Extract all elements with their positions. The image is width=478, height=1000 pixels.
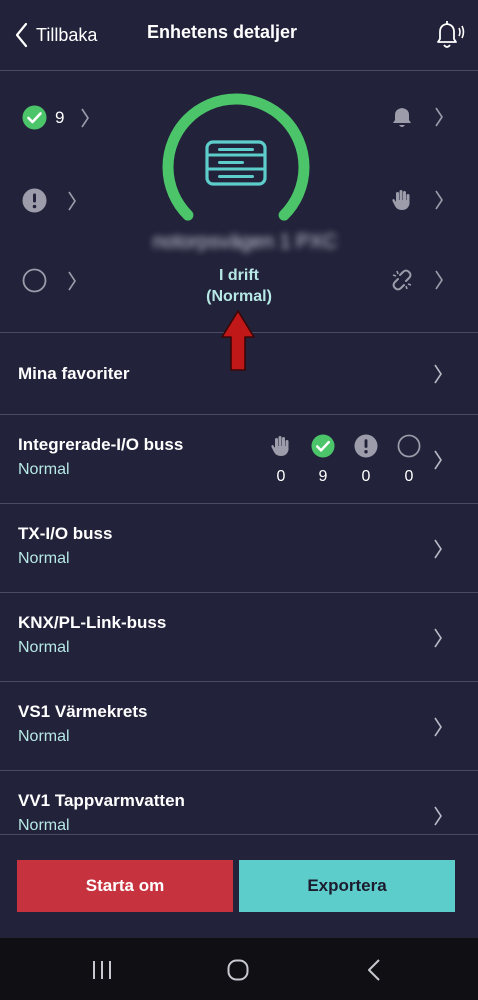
list-item[interactable]: TX-I/O buss Normal: [0, 504, 478, 593]
recents-button[interactable]: [82, 950, 122, 990]
empty-circle-icon: [397, 434, 421, 458]
operating-state: I drift (Normal): [139, 265, 339, 307]
list-item[interactable]: VV1 Tappvarmvatten Normal: [0, 771, 478, 834]
list-item-status: Normal: [18, 461, 70, 478]
app-header: Tillbaka Enhetens detaljer: [0, 0, 478, 71]
list-item[interactable]: VS1 Värmekrets Normal: [0, 682, 478, 771]
status-overview: 9 notorpsvägen 1 PXC I drift (Normal): [0, 71, 478, 371]
disconnected-link[interactable]: [390, 268, 444, 292]
list-item-status: Normal: [18, 550, 70, 567]
operating-state-label: I drift: [219, 267, 259, 284]
ok-count: 9: [55, 107, 65, 127]
restart-button[interactable]: Starta om: [17, 860, 233, 912]
alarm-count: 0: [361, 468, 371, 485]
check-circle-icon: [311, 434, 335, 458]
home-button[interactable]: [218, 950, 258, 990]
back-label: Tillbaka: [36, 24, 98, 45]
manual-count: 0: [276, 468, 286, 485]
page-title: Enhetens detaljer: [147, 22, 298, 42]
nav-back-button[interactable]: [354, 950, 394, 990]
chevron-right-icon: [434, 717, 442, 737]
alarm-link[interactable]: [22, 188, 77, 213]
list-item-status: Normal: [18, 817, 70, 834]
chevron-right-icon: [68, 271, 76, 290]
chevron-right-icon: [434, 450, 442, 470]
notification-link[interactable]: [390, 105, 444, 129]
list-item-status: Normal: [18, 728, 70, 745]
device-name: notorpsvägen 1 PXC: [152, 231, 338, 253]
chevron-right-icon: [81, 108, 90, 127]
home-icon: [227, 959, 249, 981]
list-item-title: VS1 Värmekrets: [18, 702, 148, 721]
chevron-right-icon: [435, 190, 443, 210]
broken-link-icon: [392, 269, 412, 291]
list-item-title: KNX/PL-Link-buss: [18, 613, 167, 632]
exclamation-circle-icon: [354, 434, 378, 458]
chevron-right-icon: [434, 539, 442, 559]
chevron-right-icon: [434, 806, 442, 826]
bell-sound-icon: [437, 21, 465, 48]
list-item-status: Normal: [18, 639, 70, 656]
ok-count-link[interactable]: 9: [22, 105, 90, 130]
chevron-right-icon: [434, 628, 442, 648]
chevron-right-icon: [68, 191, 76, 210]
list-item-title: TX-I/O buss: [18, 524, 113, 543]
back-chevron-icon: [15, 22, 28, 48]
manual-override-link[interactable]: [390, 188, 444, 212]
device-section-list: Mina favoriter Integrerade-I/O buss Norm…: [0, 333, 478, 834]
list-item[interactable]: KNX/PL-Link-buss Normal: [0, 593, 478, 682]
chevron-right-icon: [434, 364, 442, 384]
system-navigation-bar: [0, 938, 478, 1000]
exclamation-circle-icon: [22, 188, 47, 213]
unknown-state-link[interactable]: [22, 268, 77, 293]
empty-circle-icon: [22, 268, 47, 293]
chevron-right-icon: [435, 270, 443, 290]
ok-count: 9: [318, 468, 328, 485]
check-circle-icon: [22, 105, 47, 130]
status-gauge: [162, 93, 310, 221]
list-item-favorites[interactable]: Mina favoriter: [0, 333, 478, 415]
chevron-right-icon: [435, 107, 443, 127]
list-item-title: VV1 Tappvarmvatten: [18, 791, 185, 810]
hand-icon: [392, 190, 410, 210]
list-item-title: Integrerade-I/O buss: [18, 435, 184, 454]
recents-icon: [93, 961, 111, 979]
unknown-count: 0: [404, 468, 414, 485]
operating-state-detail: (Normal): [206, 288, 272, 305]
list-item[interactable]: Integrerade-I/O buss Normal 0 9 0 0: [0, 415, 478, 504]
notification-settings-button[interactable]: [430, 18, 466, 57]
back-button[interactable]: Tillbaka: [14, 18, 97, 52]
export-button[interactable]: Exportera: [239, 860, 455, 912]
favorites-title: Mina favoriter: [18, 364, 130, 383]
bell-icon: [393, 108, 411, 127]
hand-icon: [271, 436, 289, 456]
divider: [0, 834, 478, 835]
nav-back-icon: [368, 959, 380, 981]
device-icon: [205, 140, 267, 186]
